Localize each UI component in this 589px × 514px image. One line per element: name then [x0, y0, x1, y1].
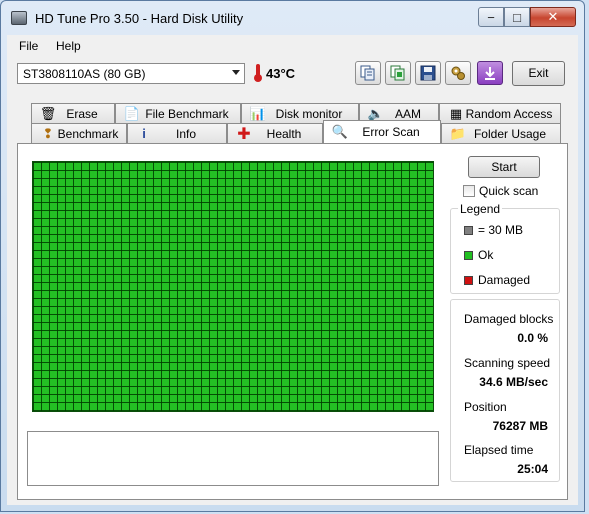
- folder-icon: 📁: [449, 125, 467, 141]
- legend-item-damaged: Damaged: [464, 273, 530, 287]
- file-benchmark-icon: 📄: [123, 105, 141, 121]
- legend-item-block-size: = 30 MB: [464, 223, 523, 237]
- tab-file-benchmark[interactable]: 📄 File Benchmark: [115, 103, 241, 123]
- position-value: 76287 MB: [492, 419, 548, 433]
- health-cross-icon: ✚: [237, 125, 251, 143]
- maximize-button[interactable]: □: [504, 7, 530, 27]
- legend-group: Legend = 30 MB Ok Damaged: [450, 202, 560, 294]
- magnifier-icon: 🔍: [331, 124, 349, 139]
- tab-info[interactable]: i Info: [127, 123, 227, 143]
- quick-scan-checkbox[interactable]: Quick scan: [463, 184, 538, 198]
- copy-screenshot-button[interactable]: [385, 61, 411, 85]
- scan-stats-group: Damaged blocks 0.0 % Scanning speed 34.6…: [450, 299, 560, 482]
- hdd-app-icon[interactable]: [11, 11, 27, 25]
- tab-error-scan[interactable]: 🔍 Error Scan: [323, 120, 441, 143]
- checkbox-icon[interactable]: [463, 185, 475, 197]
- tab-health[interactable]: ✚ Health: [227, 123, 323, 143]
- legend-label: Damaged: [478, 273, 531, 287]
- start-button[interactable]: Start: [468, 156, 540, 178]
- download-icon: [485, 67, 495, 80]
- copy-text-button[interactable]: [355, 61, 381, 85]
- damaged-blocks-value: 0.0 %: [517, 331, 548, 345]
- chevron-down-icon: [232, 70, 240, 75]
- damaged-blocks-label: Damaged blocks: [464, 312, 554, 326]
- menu-help[interactable]: Help: [56, 39, 81, 53]
- green-swatch-icon: [464, 250, 473, 260]
- tab-random-access[interactable]: ▦ Random Access: [439, 103, 561, 123]
- drive-select[interactable]: ST3808110AS (80 GB): [17, 63, 245, 84]
- random-access-icon: ▦: [449, 105, 463, 121]
- legend-item-ok: Ok: [464, 248, 493, 262]
- minimize-button[interactable]: −: [478, 7, 504, 27]
- position-label: Position: [464, 400, 507, 414]
- close-button[interactable]: ✕: [530, 7, 576, 27]
- menu-bar: File Help: [7, 35, 578, 57]
- menu-file[interactable]: File: [19, 39, 38, 53]
- download-button[interactable]: [477, 61, 503, 85]
- tab-folder-usage[interactable]: 📁 Folder Usage: [441, 123, 561, 143]
- options-button[interactable]: [445, 61, 471, 85]
- scan-block-grid: [32, 161, 434, 412]
- speaker-icon: 🔈: [367, 105, 385, 121]
- elapsed-time-label: Elapsed time: [464, 443, 534, 457]
- thermometer-icon: [254, 64, 262, 82]
- maximize-icon: □: [513, 9, 521, 25]
- minimize-icon: −: [487, 9, 495, 25]
- legend-label: Ok: [478, 248, 494, 262]
- gray-swatch-icon: [464, 225, 473, 235]
- info-icon: i: [142, 126, 146, 141]
- close-icon: ✕: [547, 9, 559, 24]
- options-icon: [451, 66, 465, 80]
- tab-erase[interactable]: 🗑 Erase: [31, 103, 115, 123]
- legend-title: Legend: [458, 202, 503, 216]
- save-icon: [420, 65, 436, 81]
- exit-button[interactable]: Exit: [512, 61, 565, 86]
- monitor-chart-icon: 📊: [249, 105, 267, 121]
- scan-log-box[interactable]: [27, 431, 439, 486]
- scanning-speed-label: Scanning speed: [464, 356, 551, 370]
- temperature-readout: 43°C: [266, 66, 296, 81]
- title-bar[interactable]: HD Tune Pro 3.50 - Hard Disk Utility − □…: [1, 1, 584, 35]
- quick-scan-label: Quick scan: [479, 184, 539, 198]
- red-swatch-icon: [464, 275, 473, 285]
- copy-screenshot-icon: [390, 65, 405, 81]
- drive-select-value: ST3808110AS (80 GB): [23, 67, 146, 81]
- window-title: HD Tune Pro 3.50 - Hard Disk Utility: [35, 11, 244, 26]
- save-button[interactable]: [415, 61, 441, 85]
- tab-benchmark[interactable]: ❢ Benchmark: [31, 123, 127, 143]
- copy-text-icon: [360, 65, 375, 81]
- trash-icon: 🗑: [39, 105, 57, 121]
- legend-label: = 30 MB: [478, 223, 524, 237]
- scanning-speed-value: 34.6 MB/sec: [479, 375, 548, 389]
- elapsed-time-value: 25:04: [517, 462, 548, 476]
- benchmark-icon: ❢: [42, 125, 54, 141]
